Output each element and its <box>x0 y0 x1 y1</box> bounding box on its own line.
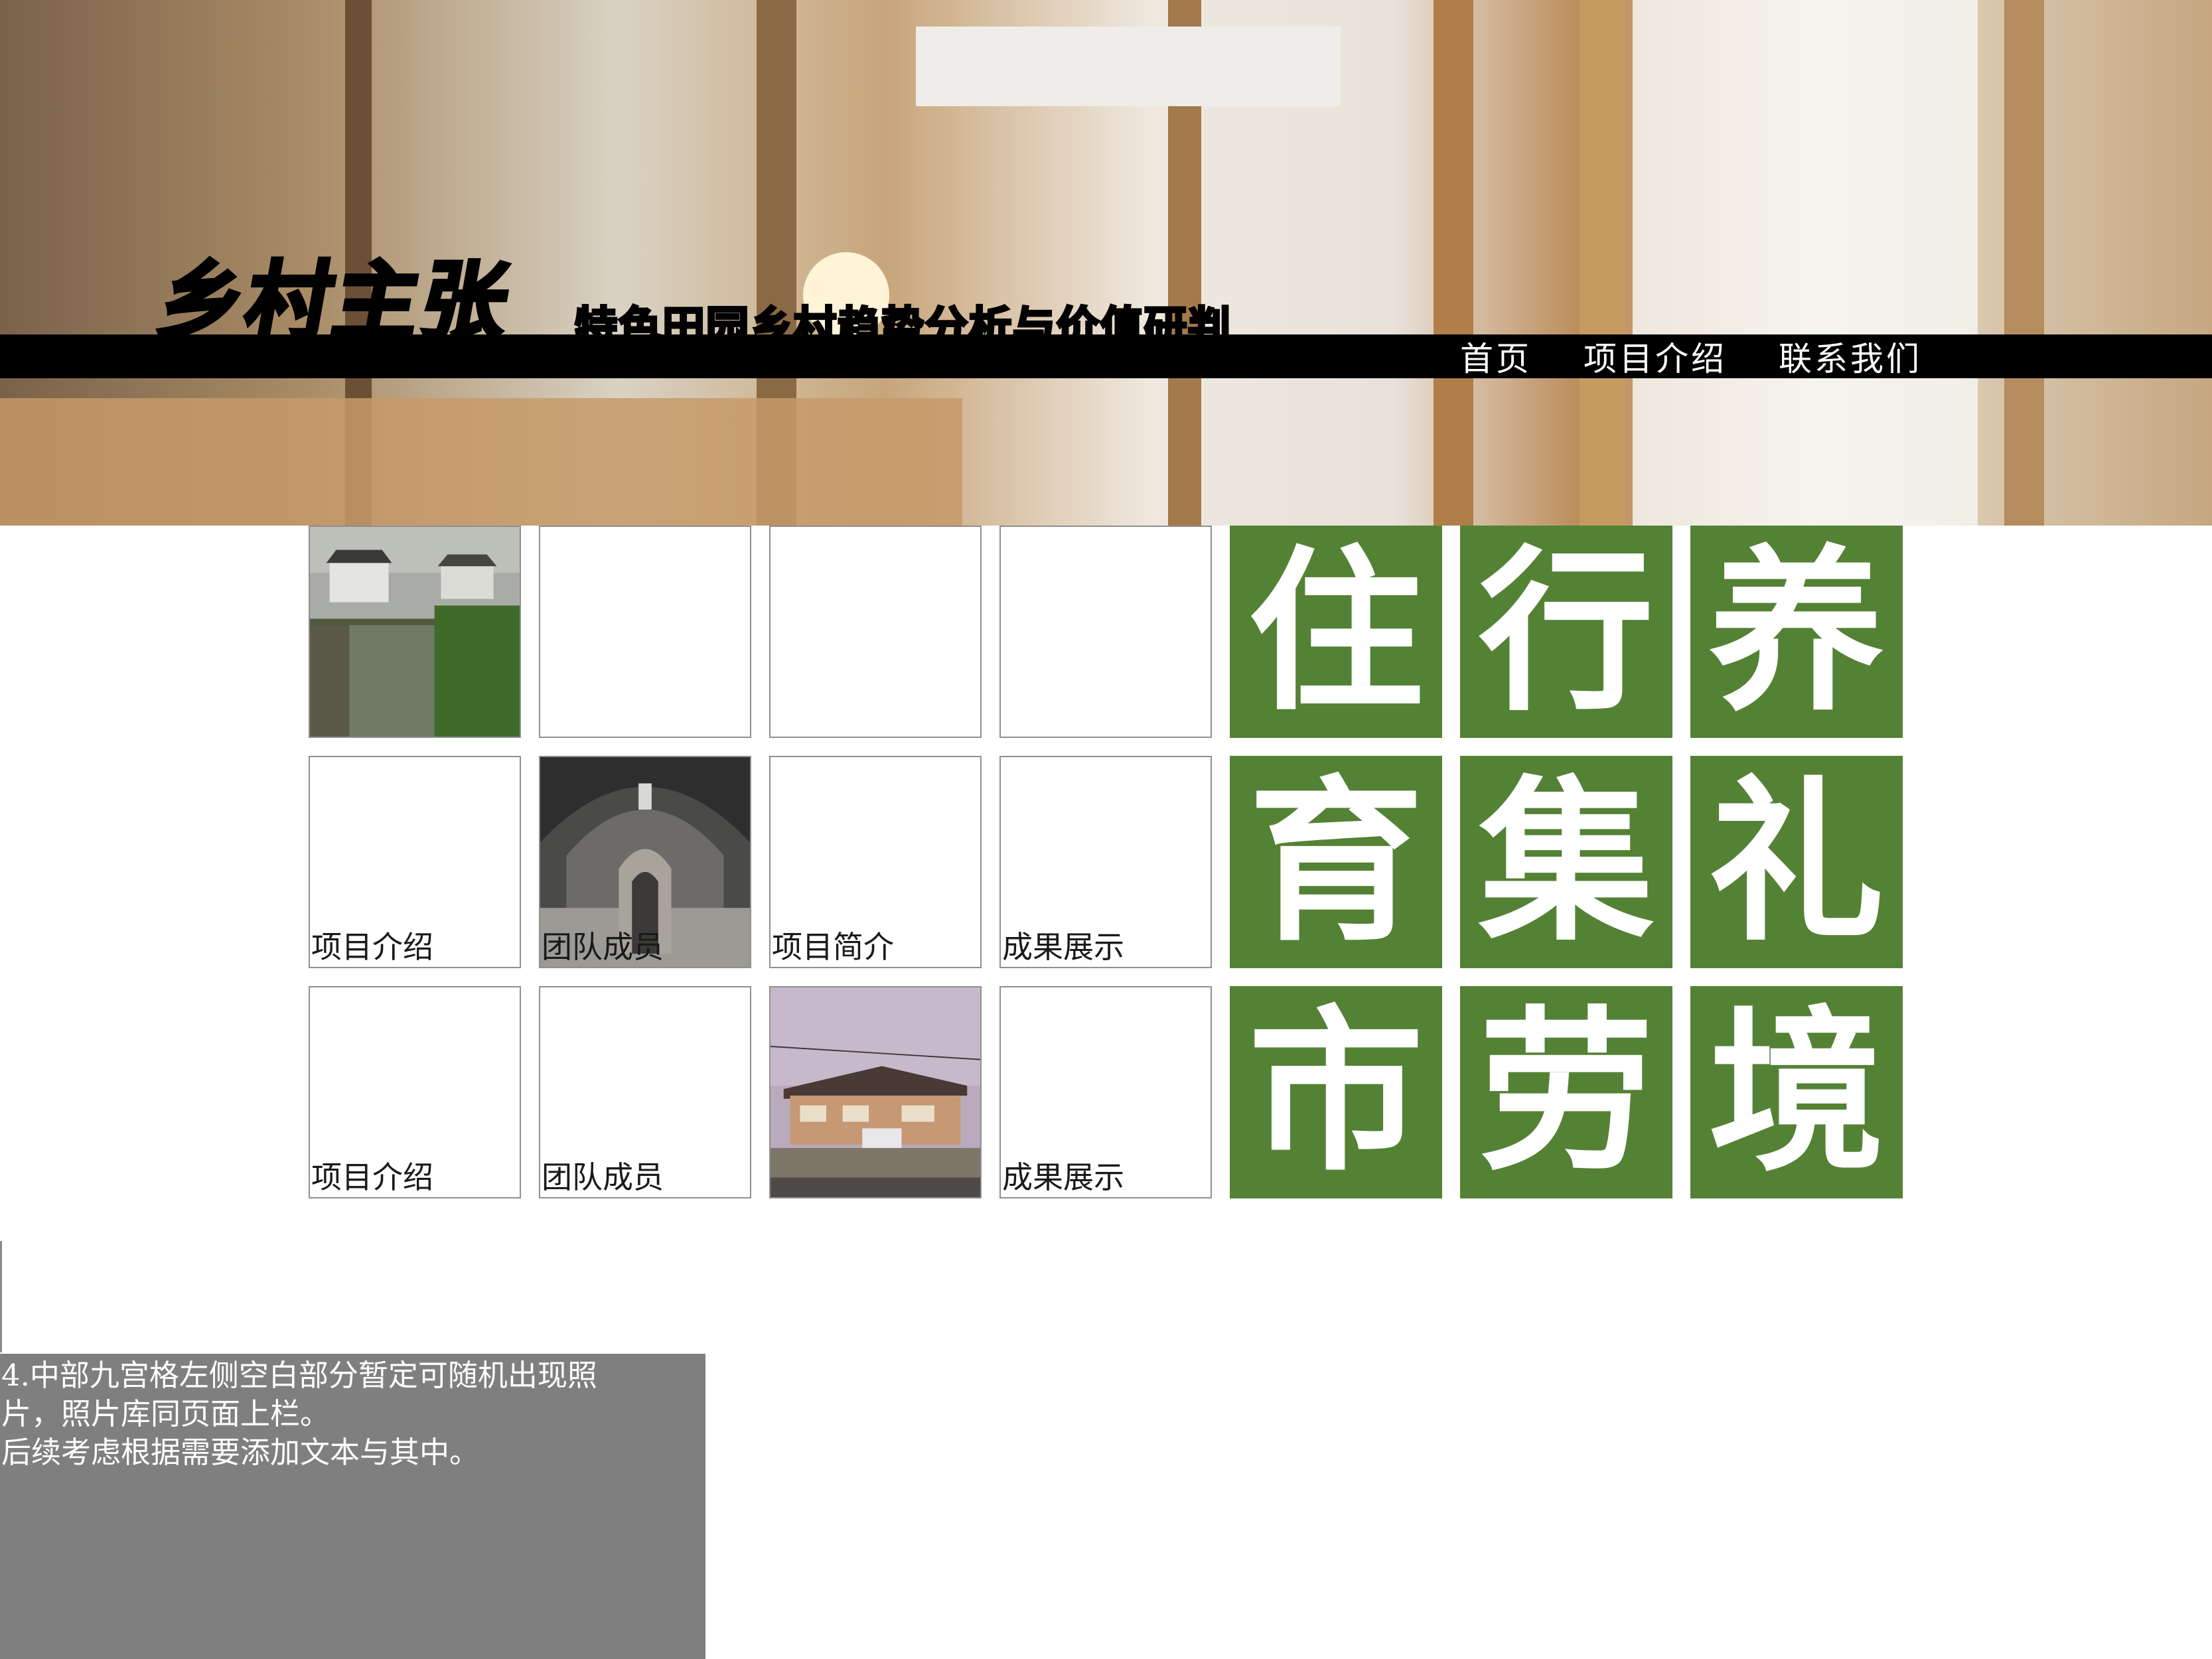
banner-photo-beam <box>1580 0 1626 526</box>
rural-house-photo <box>771 987 980 1197</box>
note-line: 片，照片库同页面上栏。 <box>1 1396 331 1431</box>
nav-home[interactable]: 首页 <box>1460 332 1532 380</box>
nav-contact[interactable]: 联系我们 <box>1779 332 1922 380</box>
grid-cell[interactable] <box>539 526 751 738</box>
grid-cell[interactable]: 项目介绍 <box>309 986 521 1198</box>
banner-photo-shelf <box>0 398 962 526</box>
grid-cell-label: 成果展示 <box>1002 1159 1124 1195</box>
grid-cell[interactable] <box>769 986 982 1198</box>
design-note: 4.中部九宫格左侧空白部分暂定可随机出现照 片，照片库同页面上栏。 后续考虑根据… <box>0 1354 705 1659</box>
grid-cell-label: 团队成员 <box>542 1159 664 1195</box>
grid-cell[interactable]: 成果展示 <box>999 756 1212 968</box>
theme-tile-jing[interactable]: 境 <box>1690 986 1903 1198</box>
grid-cell-label: 项目简介 <box>772 929 894 965</box>
header-banner: 乡村主张 特色田园乡村趋势分析与价值研判 首页 项目介绍 联系我们 <box>0 0 2212 526</box>
grid-cell[interactable] <box>769 526 982 738</box>
theme-tile-li[interactable]: 礼 <box>1690 756 1903 968</box>
banner-photo-ac-unit <box>916 27 1341 106</box>
note-line: 4.中部九宫格左侧空白部分暂定可随机出现照 <box>1 1358 597 1393</box>
grid-cell[interactable]: 团队成员 <box>539 986 751 1198</box>
grid-cell-label: 团队成员 <box>542 929 664 965</box>
site-logo[interactable]: 乡村主张 <box>149 251 520 354</box>
banner-photo-beam <box>1434 0 1473 526</box>
grid-cell[interactable]: 项目简介 <box>769 756 982 968</box>
theme-tile-xing[interactable]: 行 <box>1460 526 1672 738</box>
grid-cell[interactable] <box>309 526 521 738</box>
banner-photo-beam <box>2004 0 2044 526</box>
theme-tile-zhu[interactable]: 住 <box>1230 526 1442 738</box>
theme-tile-yang[interactable]: 养 <box>1690 526 1903 738</box>
grid-cell[interactable]: 成果展示 <box>999 986 1212 1198</box>
grid-cell[interactable]: 团队成员 <box>539 756 751 968</box>
grid-cell[interactable]: 项目介绍 <box>309 756 521 968</box>
theme-tile-shi[interactable]: 市 <box>1230 986 1442 1198</box>
note-divider <box>0 1241 2 1352</box>
note-line: 后续考虑根据需要添加文本与其中。 <box>1 1435 480 1470</box>
grid-cell[interactable] <box>999 526 1212 738</box>
top-nav: 首页 项目介绍 联系我们 <box>1427 334 2212 378</box>
theme-tile-ji[interactable]: 集 <box>1460 756 1672 968</box>
theme-tile-lao[interactable]: 劳 <box>1460 986 1672 1198</box>
site-subtitle: 特色田园乡村趋势分析与价值研判 <box>573 303 1232 352</box>
grid-cell-label: 成果展示 <box>1002 929 1124 965</box>
banner-photo-window <box>1633 0 1978 526</box>
grid-cell-label: 项目介绍 <box>311 929 433 965</box>
canal-village-photo <box>310 527 520 737</box>
grid-cell-label: 项目介绍 <box>311 1159 433 1195</box>
nav-project-intro[interactable]: 项目介绍 <box>1584 332 1727 380</box>
theme-tile-yu[interactable]: 育 <box>1230 756 1442 968</box>
